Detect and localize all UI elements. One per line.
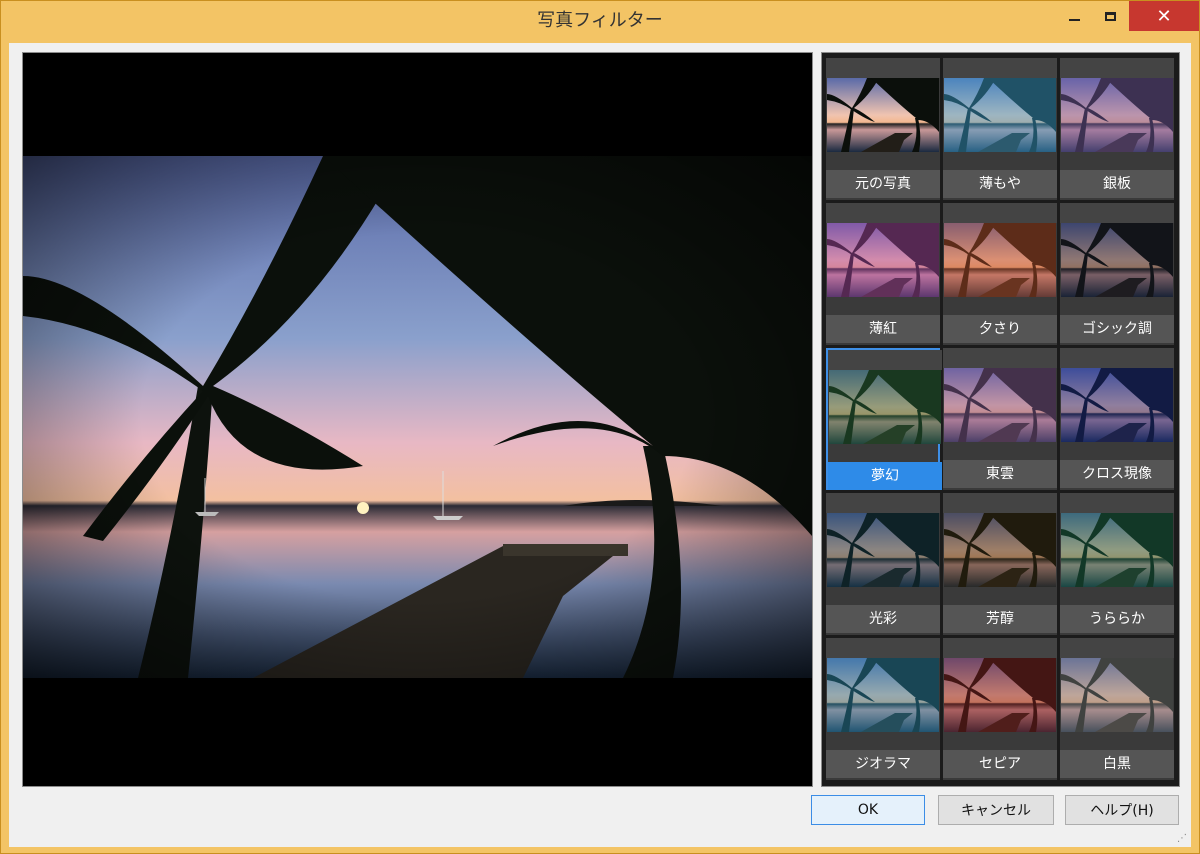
filter-tile-header: [1060, 348, 1174, 368]
photo-preview: [22, 52, 813, 787]
filter-tile[interactable]: クロス現像: [1060, 348, 1174, 490]
filter-label: 芳醇: [943, 605, 1057, 633]
filter-tile-header: [828, 350, 942, 370]
minimize-icon: [1068, 19, 1080, 21]
filter-thumbnail: [944, 368, 1056, 442]
filter-tile-header: [943, 203, 1057, 223]
filter-thumbnail: [944, 78, 1056, 152]
maximize-icon: [1104, 11, 1116, 21]
filter-tile-header: [826, 58, 940, 78]
filter-thumbnail: [1061, 78, 1173, 152]
filter-thumbnail: [827, 223, 939, 297]
filter-tile[interactable]: 光彩: [826, 493, 940, 635]
filter-tile[interactable]: 芳醇: [943, 493, 1057, 635]
filter-label: 薄もや: [943, 170, 1057, 198]
filter-thumbnail: [827, 513, 939, 587]
filter-tile[interactable]: 薄もや: [943, 58, 1057, 200]
filter-list[interactable]: 元の写真 薄もや 銀板薄紅 夕さり ゴシック調夢幻 東雲 クロス現像光彩 芳醇 うららかジオラマ…: [821, 52, 1180, 787]
dialog-body: 元の写真 薄もや 銀板薄紅 夕さり ゴシック調夢幻 東雲 クロス現像光彩 芳醇 うららかジオラマ…: [9, 43, 1191, 847]
filter-label: 夕さり: [943, 315, 1057, 343]
filter-label: うららか: [1060, 605, 1174, 633]
filter-tile-header: [1060, 58, 1174, 78]
filter-label: 東雲: [943, 460, 1057, 488]
filter-label: ゴシック調: [1060, 315, 1174, 343]
window-title: 写真フィルター: [537, 10, 663, 31]
filter-tile[interactable]: 東雲: [943, 348, 1057, 490]
filter-tile[interactable]: セピア: [943, 638, 1057, 780]
filter-thumbnail: [1061, 223, 1173, 297]
filter-tile[interactable]: うららか: [1060, 493, 1174, 635]
filter-thumbnail: [827, 658, 939, 732]
filter-thumbnail: [1061, 513, 1173, 587]
filter-tile-header: [943, 638, 1057, 658]
maximize-button[interactable]: [1089, 1, 1131, 31]
filter-thumbnail: [944, 513, 1056, 587]
filter-tile-header: [943, 493, 1057, 513]
filter-tile[interactable]: 夢幻: [826, 348, 942, 490]
filter-tile[interactable]: ジオラマ: [826, 638, 940, 780]
filter-tile-header: [826, 493, 940, 513]
close-button[interactable]: ✕: [1129, 1, 1199, 31]
filter-tile-header: [826, 203, 940, 223]
filter-tile[interactable]: 薄紅: [826, 203, 940, 345]
filter-tile[interactable]: ゴシック調: [1060, 203, 1174, 345]
cancel-button[interactable]: キャンセル: [938, 795, 1054, 825]
preview-image: [23, 156, 812, 678]
filter-thumbnail: [944, 658, 1056, 732]
filter-thumbnail: [829, 370, 941, 444]
filter-label: 白黒: [1060, 750, 1174, 778]
resize-grip-icon[interactable]: ⋰: [1177, 833, 1189, 845]
filter-label: セピア: [943, 750, 1057, 778]
title-bar[interactable]: 写真フィルター ✕: [1, 1, 1199, 41]
filter-tile[interactable]: 白黒: [1060, 638, 1174, 780]
filter-thumbnail: [944, 223, 1056, 297]
photo-filter-window: 写真フィルター ✕ 元の写真 薄もや 銀板 薄紅 夕さり ゴシック調 夢幻 東雲…: [0, 0, 1200, 854]
filter-label: ジオラマ: [826, 750, 940, 778]
filter-tile[interactable]: 夕さり: [943, 203, 1057, 345]
help-button[interactable]: ヘルプ(H): [1065, 795, 1179, 825]
filter-tile-header: [1060, 638, 1174, 658]
filter-label: 光彩: [826, 605, 940, 633]
filter-tile-header: [943, 348, 1057, 368]
filter-label: 元の写真: [826, 170, 940, 198]
filter-tile-header: [1060, 203, 1174, 223]
filter-tile-header: [943, 58, 1057, 78]
filter-tile-header: [1060, 493, 1174, 513]
ok-button[interactable]: OK: [811, 795, 925, 825]
filter-label: 薄紅: [826, 315, 940, 343]
filter-tile[interactable]: 元の写真: [826, 58, 940, 200]
filter-label: 銀板: [1060, 170, 1174, 198]
filter-thumbnail: [827, 78, 939, 152]
filter-label: 夢幻: [828, 462, 942, 490]
close-icon: ✕: [1156, 5, 1172, 27]
filter-tile-header: [826, 638, 940, 658]
filter-tile[interactable]: 銀板: [1060, 58, 1174, 200]
filter-label: クロス現像: [1060, 460, 1174, 488]
filter-thumbnail: [1061, 368, 1173, 442]
filter-thumbnail: [1061, 658, 1173, 732]
